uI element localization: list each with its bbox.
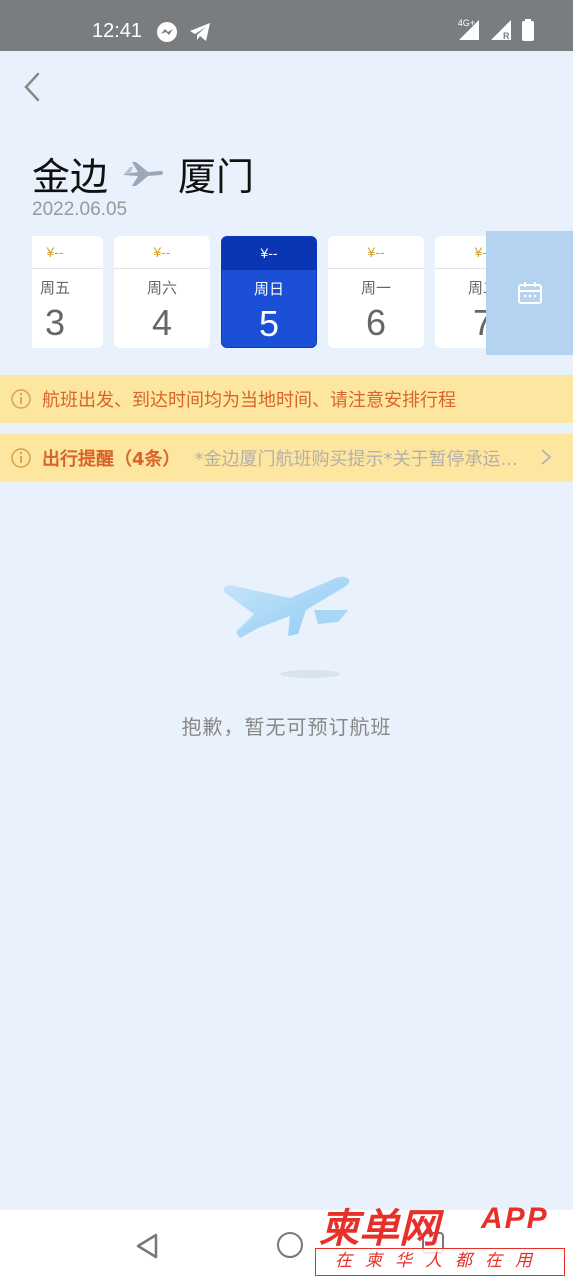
route-title: 金边 厦门 <box>32 146 254 201</box>
empty-airplane-illustration <box>223 576 350 678</box>
date-price: ¥-- <box>222 237 316 270</box>
watermark-app: APP <box>481 1202 549 1235</box>
date-card-mon[interactable]: ¥-- 周一 6 <box>328 236 424 348</box>
info-icon <box>11 389 31 409</box>
travel-reminder-title: 出行提醒 <box>42 449 114 470</box>
status-bar: 12:41 4G+ R <box>0 0 573 51</box>
destination-city: 厦门 <box>178 155 255 199</box>
watermark: 柬单网 APP 在柬华人都在用 <box>313 1196 568 1276</box>
date-day: 7 <box>472 302 486 343</box>
messenger-icon <box>157 22 177 42</box>
signal-icon <box>459 20 479 40</box>
date-day: 3 <box>44 302 66 343</box>
date-card-fri[interactable]: ¥-- 周五 3 <box>32 236 103 348</box>
calendar-button[interactable] <box>486 231 573 355</box>
status-time: 12:41 <box>92 20 143 42</box>
date-card-sun-selected[interactable]: ¥-- 周日 5 <box>221 236 317 348</box>
date-day: 5 <box>258 303 280 344</box>
date-price: ¥-- <box>32 236 103 269</box>
local-time-notice-text: 航班出发、到达时间均为当地时间、请注意安排行程 <box>42 390 456 411</box>
airplane-icon <box>124 161 164 186</box>
nav-home-icon[interactable] <box>277 1232 303 1258</box>
date-card-sat[interactable]: ¥-- 周六 4 <box>114 236 210 348</box>
calendar-icon <box>517 282 542 304</box>
date-day: 4 <box>151 302 173 343</box>
nav-back-icon[interactable] <box>134 1232 160 1260</box>
empty-state-message: 抱歉，暂无可预订航班 <box>181 715 392 739</box>
date-price: ¥-- <box>328 236 424 269</box>
battery-icon <box>522 19 534 41</box>
date-day: 6 <box>365 302 387 343</box>
local-time-notice: 航班出发、到达时间均为当地时间、请注意安排行程 <box>0 375 573 423</box>
date-selector: ¥-- 周五 3 ¥-- 周六 4 ¥-- 周日 5 ¥-- 周一 6 ¥-- … <box>32 236 486 350</box>
travel-reminder-banner[interactable]: 出行提醒 （4条） *金边厦门航班购买提示*关于暂停承运... <box>0 434 573 482</box>
date-weekday: 周日 <box>253 280 284 298</box>
info-icon <box>11 448 31 468</box>
watermark-brand: 柬单网 <box>319 1205 439 1252</box>
date-weekday: 周五 <box>39 279 70 297</box>
telegram-icon <box>190 23 210 41</box>
origin-city: 金边 <box>32 155 109 199</box>
date-weekday: 周二 <box>467 279 486 297</box>
date-price: ¥-- <box>114 236 210 269</box>
travel-reminder-count: （4条） <box>114 449 181 470</box>
route-date: 2022.06.05 <box>32 199 128 220</box>
chevron-right-icon <box>541 449 552 465</box>
date-card-tue[interactable]: ¥-- 周二 7 <box>435 236 486 348</box>
travel-reminder-message: *金边厦门航班购买提示*关于暂停承运... <box>194 449 518 470</box>
watermark-tagline: 在柬华人都在用 <box>315 1248 565 1276</box>
back-button[interactable] <box>20 70 46 104</box>
date-weekday: 周一 <box>360 279 391 297</box>
roaming-indicator: R <box>503 31 510 41</box>
date-price: ¥-- <box>435 236 486 269</box>
date-weekday: 周六 <box>146 279 177 297</box>
